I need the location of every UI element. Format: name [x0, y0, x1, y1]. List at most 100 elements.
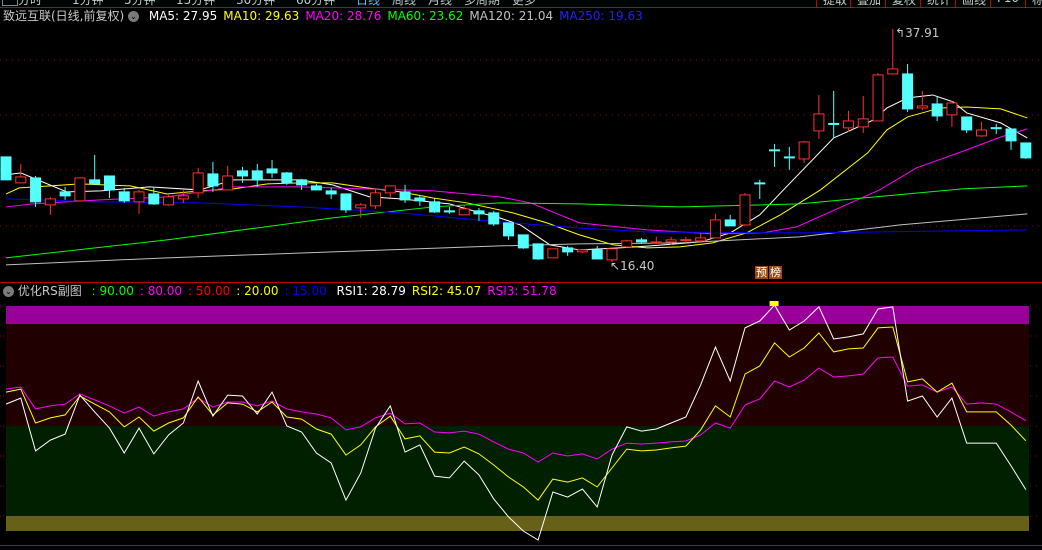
rsi-band	[6, 516, 1029, 531]
overbought-marker	[769, 301, 779, 306]
candle-body	[887, 68, 899, 75]
candle-body	[783, 156, 795, 159]
candle-body	[192, 172, 204, 194]
candle-body	[798, 141, 810, 160]
ma-line-ma120	[5, 213, 1028, 266]
candle-body	[591, 249, 603, 260]
candle-body	[59, 191, 71, 197]
candle-body	[754, 182, 766, 185]
main-panel-header: 致远互联(日线,前复权) ⌄ MA5: 27.95 MA10: 29.63 MA20…	[3, 9, 643, 23]
candle-body	[148, 193, 160, 205]
candle-body	[340, 193, 352, 211]
rsi-value-1: RSI2: 45.07	[411, 284, 482, 298]
candle-body	[118, 191, 130, 202]
candle-body	[902, 73, 914, 110]
candle-body	[30, 177, 42, 203]
candle-body	[429, 201, 441, 213]
chevron-down-icon[interactable]: ⌄	[128, 11, 140, 22]
ma-label-3: MA60: 23.62	[387, 9, 464, 23]
ma-label-5: MA250: 19.63	[559, 9, 643, 23]
candle-body	[1020, 142, 1032, 159]
stock-title: 致远互联(日线,前复权)	[3, 9, 125, 23]
candle-body	[399, 191, 411, 201]
candle-body	[872, 74, 884, 122]
candle-body	[458, 208, 470, 216]
candle-body	[636, 239, 648, 243]
rsi-level-4: : 15.00	[284, 284, 327, 298]
candle-body	[931, 103, 943, 117]
candle-body	[680, 239, 692, 242]
candle-body	[503, 222, 515, 237]
candle-body	[1005, 128, 1017, 142]
rsi-level-2: : 50.00	[188, 284, 231, 298]
candle-body	[916, 105, 928, 109]
candle-body	[15, 176, 27, 184]
candle-body	[769, 149, 781, 152]
candle-body	[310, 185, 322, 191]
chevron-down-icon[interactable]: ⌄	[3, 286, 14, 297]
candle-body	[74, 177, 86, 202]
high-price-value: 37.91	[905, 26, 940, 40]
candle-body	[370, 192, 381, 207]
candle-body	[133, 191, 145, 203]
candle-body	[251, 170, 263, 181]
ma-line-ma10	[5, 106, 1028, 249]
candle-body	[222, 175, 234, 191]
candle-body	[621, 240, 633, 248]
candle-body	[296, 179, 308, 186]
candle-body	[665, 239, 677, 243]
candle-body	[207, 173, 219, 187]
candle-body	[384, 185, 396, 194]
candle-body	[0, 156, 12, 181]
rsi-band	[6, 426, 1029, 516]
candle-body	[724, 219, 736, 227]
candle-body	[562, 247, 574, 253]
candle-body	[532, 243, 544, 260]
candle-body	[946, 102, 958, 116]
rsi-band	[6, 306, 1029, 324]
ranking-tag[interactable]: 榜	[769, 266, 782, 279]
candle-body	[414, 197, 426, 202]
candle-body	[443, 210, 455, 213]
rsi-levels: : 90.00 : 80.00 : 50.00 : 20.00 : 15.00	[86, 284, 327, 298]
low-price-value: 16.40	[620, 259, 655, 273]
rsi-level-1: : 80.00	[139, 284, 183, 298]
rsi-value-0: RSI1: 28.79	[336, 284, 406, 298]
candle-body	[547, 248, 559, 259]
ma-label-4: MA120: 21.04	[469, 9, 554, 23]
rsi-value-2: RSI3: 51.78	[487, 284, 557, 298]
rsi-level-3: : 20.00	[236, 284, 279, 298]
ma-legend: MA5: 27.95 MA10: 29.63 MA20: 28.76 MA60: 23…	[143, 9, 643, 23]
candle-body	[177, 195, 189, 200]
rsi-level-0: : 90.00	[91, 284, 134, 298]
candle-body	[990, 127, 1002, 130]
candle-body	[695, 237, 707, 242]
candle-body	[355, 204, 367, 209]
ma-label-2: MA20: 28.76	[305, 9, 382, 23]
chart-canvas[interactable]	[0, 0, 1042, 550]
candle-body	[89, 179, 101, 185]
candle-body	[857, 118, 869, 128]
candle-body	[739, 194, 751, 226]
rsi-values: RSI1: 28.79 RSI2: 45.07 RSI3: 51.78	[331, 284, 557, 298]
candle-body	[473, 210, 485, 215]
candle-body	[325, 190, 337, 195]
candle-body	[828, 122, 840, 125]
candle-body	[163, 196, 175, 206]
ma-label-1: MA10: 29.63	[223, 9, 300, 23]
ma-label-0: MA5: 27.95	[148, 9, 218, 23]
candle-body	[975, 129, 987, 137]
candle-body	[650, 241, 662, 244]
high-price-label: ↰37.91	[895, 26, 940, 40]
warning-tag[interactable]: 预	[755, 266, 768, 279]
candle-body	[44, 198, 56, 206]
rsi-panel-header: ⌄ 优化RS副图 : 90.00 : 80.00 : 50.00 : 20.00 : 1…	[3, 284, 557, 298]
candle-body	[236, 170, 248, 177]
indicator-title: 优化RS副图	[17, 284, 82, 298]
candle-body	[266, 168, 278, 174]
candle-body	[488, 212, 500, 225]
candle-body	[576, 249, 588, 253]
candle-body	[842, 120, 854, 129]
low-price-label: ↖16.40	[610, 259, 655, 273]
candle-body	[813, 113, 825, 132]
